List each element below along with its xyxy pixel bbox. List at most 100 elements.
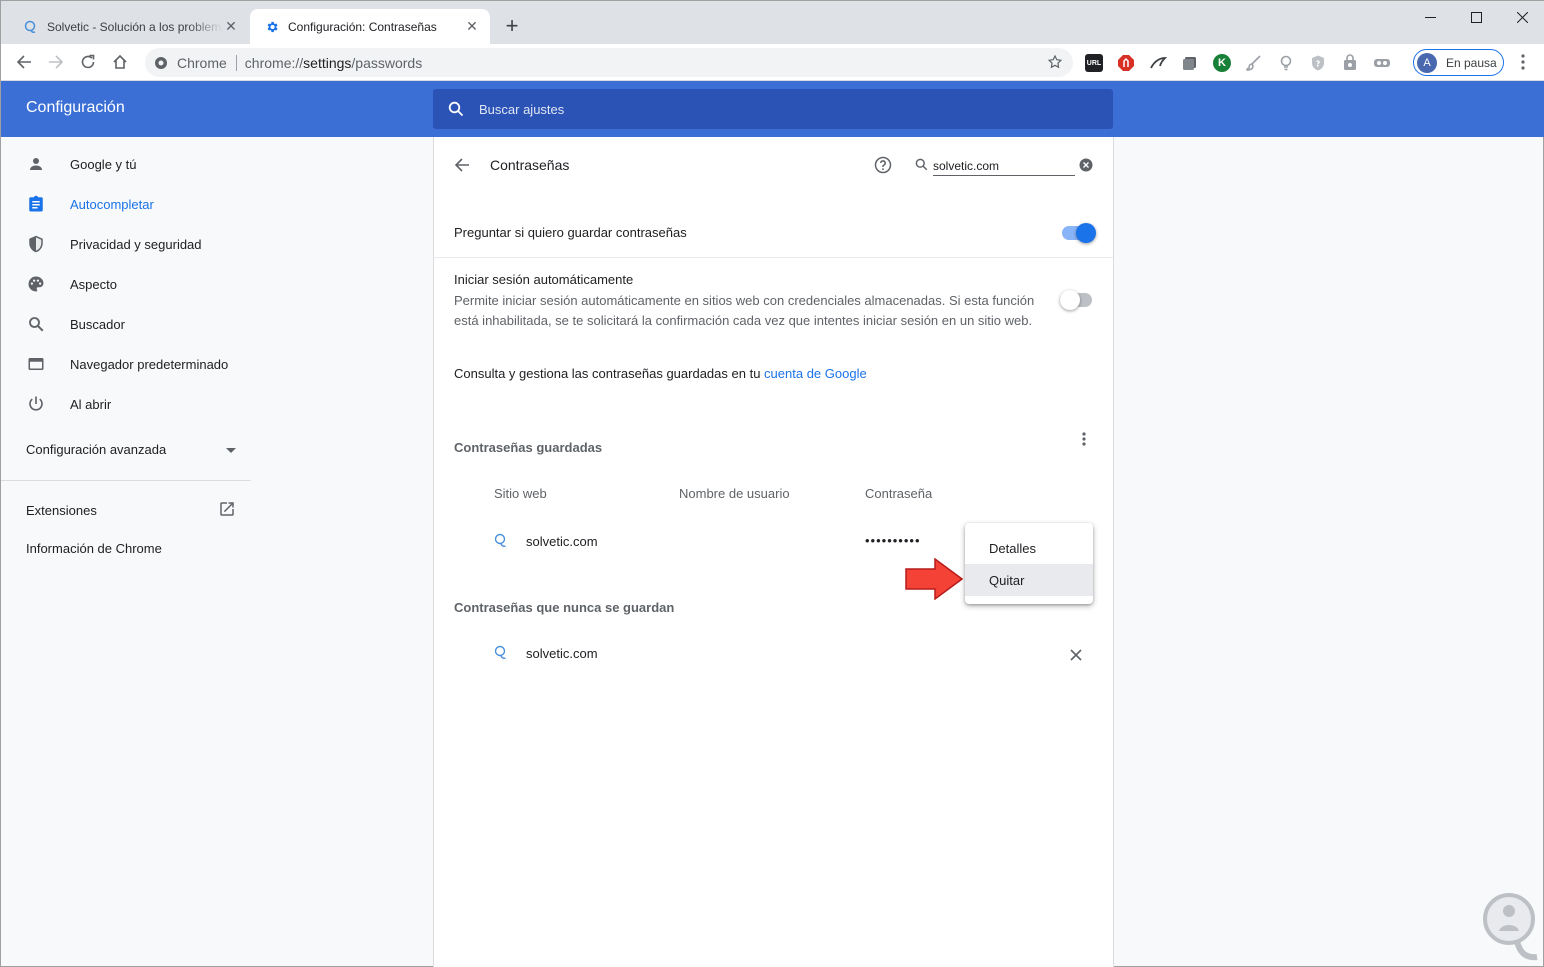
saved-password-site: solvetic.com xyxy=(526,534,598,549)
search-icon xyxy=(915,158,929,172)
remove-exception-icon[interactable] xyxy=(1066,645,1086,665)
palette-icon xyxy=(26,274,46,294)
back-arrow-icon[interactable] xyxy=(452,155,472,175)
search-icon xyxy=(26,314,46,334)
password-search xyxy=(915,154,1095,178)
adblock-extension-icon[interactable] xyxy=(1117,54,1135,72)
home-button[interactable] xyxy=(107,49,133,75)
search-icon xyxy=(447,100,465,118)
url-text: chrome://settings/passwords xyxy=(244,54,423,71)
clear-search-icon[interactable] xyxy=(1079,158,1093,172)
settings-search-input[interactable]: Buscar ajustes xyxy=(433,89,1113,129)
browser-window: Solvetic - Solución a los problemas ✕ Co… xyxy=(0,0,1544,967)
red-arrow-annotation xyxy=(905,558,963,600)
never-saved-site: solvetic.com xyxy=(526,646,598,661)
sidebar-item-label: Google y tú xyxy=(70,156,137,172)
bird-extension-icon[interactable] xyxy=(1149,54,1167,72)
sidebar-item-label: Navegador predeterminado xyxy=(70,356,229,372)
offer-save-label: Preguntar si quiero guardar contraseñas xyxy=(454,225,687,240)
chrome-menu-icon[interactable] xyxy=(1513,52,1533,72)
sidebar-item-google[interactable]: Google y tú xyxy=(1,144,251,184)
help-icon[interactable] xyxy=(874,156,892,174)
password-search-input[interactable] xyxy=(933,156,1075,176)
reload-button[interactable] xyxy=(75,49,101,75)
open-in-new-icon xyxy=(218,500,236,521)
sidebar-divider xyxy=(1,480,251,481)
auto-signin-toggle[interactable] xyxy=(1060,290,1092,310)
stack-extension-icon[interactable] xyxy=(1181,54,1199,72)
brush-extension-icon[interactable] xyxy=(1245,54,1263,72)
browser-toolbar: Chrome chrome://settings/passwords URL K… xyxy=(1,44,1544,81)
chrome-secure-icon xyxy=(153,55,169,71)
sidebar-item-search-engine[interactable]: Buscador xyxy=(1,304,251,344)
tab-title: Configuración: Contraseñas xyxy=(288,19,437,34)
gear-icon xyxy=(264,19,280,35)
section-title: Contraseñas xyxy=(490,157,570,173)
sidebar-item-extensions[interactable]: Extensiones xyxy=(26,500,236,521)
tab-configuracion[interactable]: Configuración: Contraseñas ✕ xyxy=(250,9,490,44)
toggle-knob xyxy=(1060,290,1080,310)
google-account-link[interactable]: cuenta de Google xyxy=(764,366,867,381)
auto-signin-title: Iniciar sesión automáticamente xyxy=(454,272,634,287)
omnibox-chip: Chrome xyxy=(177,54,237,71)
profile-button[interactable]: A En pausa xyxy=(1413,49,1504,76)
tab-title: Solvetic - Solución a los problemas xyxy=(47,19,223,34)
browser-window-icon xyxy=(26,354,46,374)
maximize-button[interactable] xyxy=(1453,1,1499,33)
link-extension-icon[interactable] xyxy=(1373,54,1391,72)
page-title: Configuración xyxy=(26,99,125,116)
settings-header: Configuración Buscar ajustes xyxy=(1,81,1544,137)
new-tab-button[interactable]: + xyxy=(501,15,523,37)
forward-button[interactable] xyxy=(43,49,69,75)
password-context-menu: Detalles Quitar xyxy=(965,523,1093,604)
k-extension-icon[interactable]: K xyxy=(1213,54,1231,72)
bag-extension-icon[interactable] xyxy=(1341,54,1359,72)
clipboard-icon xyxy=(26,194,46,214)
address-bar[interactable]: Chrome chrome://settings/passwords xyxy=(145,48,1073,77)
url-extension-icon[interactable]: URL xyxy=(1085,54,1103,72)
bulb-extension-icon[interactable] xyxy=(1277,54,1295,72)
google-account-text: Consulta y gestiona las contraseñas guar… xyxy=(454,366,867,381)
bookmark-star-icon[interactable] xyxy=(1047,54,1063,70)
column-header-site: Sitio web xyxy=(494,486,547,501)
close-window-button[interactable] xyxy=(1499,1,1544,33)
sidebar-item-about[interactable]: Información de Chrome xyxy=(26,541,236,556)
never-saved-title: Contraseñas que nunca se guardan xyxy=(454,600,675,615)
solvetic-watermark-logo xyxy=(1483,893,1538,961)
sidebar-item-privacy[interactable]: Privacidad y seguridad xyxy=(1,224,251,264)
svg-text:?: ? xyxy=(1316,60,1321,69)
tab-strip: Solvetic - Solución a los problemas ✕ Co… xyxy=(1,1,1544,44)
advanced-settings-toggle[interactable]: Configuración avanzada xyxy=(26,442,236,457)
back-button[interactable] xyxy=(11,49,37,75)
close-tab-icon[interactable]: ✕ xyxy=(223,18,239,35)
advanced-label: Configuración avanzada xyxy=(26,442,167,457)
offer-save-toggle[interactable] xyxy=(1062,223,1096,243)
saved-password-value: •••••••••• xyxy=(865,533,921,548)
sidebar-item-default-browser[interactable]: Navegador predeterminado xyxy=(1,344,251,384)
sidebar-item-label: Buscador xyxy=(70,316,125,332)
sidebar-item-label: Al abrir xyxy=(70,396,112,412)
sidebar-item-label: Autocompletar xyxy=(70,196,154,212)
sidebar-item-appearance[interactable]: Aspecto xyxy=(1,264,251,304)
solvetic-favicon-icon xyxy=(494,645,510,661)
sidebar-item-on-startup[interactable]: Al abrir xyxy=(1,384,251,424)
more-actions-icon[interactable] xyxy=(1074,429,1094,449)
person-icon xyxy=(26,154,46,174)
saved-passwords-title: Contraseñas guardadas xyxy=(454,440,603,455)
search-placeholder: Buscar ajustes xyxy=(479,101,565,117)
sidebar: Google y tú Autocompletar Privacidad y s… xyxy=(1,137,251,967)
sidebar-item-autofill[interactable]: Autocompletar xyxy=(1,184,251,224)
solvetic-favicon-icon xyxy=(23,19,39,35)
toggle-knob xyxy=(1076,223,1096,243)
menu-item-details[interactable]: Detalles xyxy=(965,532,1093,564)
menu-item-remove[interactable]: Quitar xyxy=(965,564,1093,596)
profile-status: En pausa xyxy=(1446,55,1497,70)
dropdown-arrow-icon xyxy=(226,442,236,457)
close-tab-icon[interactable]: ✕ xyxy=(464,18,480,35)
extensions-label: Extensiones xyxy=(26,503,97,518)
shield-extension-icon[interactable]: ? xyxy=(1309,54,1327,72)
tab-solvetic[interactable]: Solvetic - Solución a los problemas ✕ xyxy=(9,9,249,44)
sidebar-item-label: Privacidad y seguridad xyxy=(70,236,202,252)
column-header-password: Contraseña xyxy=(865,486,933,501)
minimize-button[interactable] xyxy=(1407,1,1453,33)
